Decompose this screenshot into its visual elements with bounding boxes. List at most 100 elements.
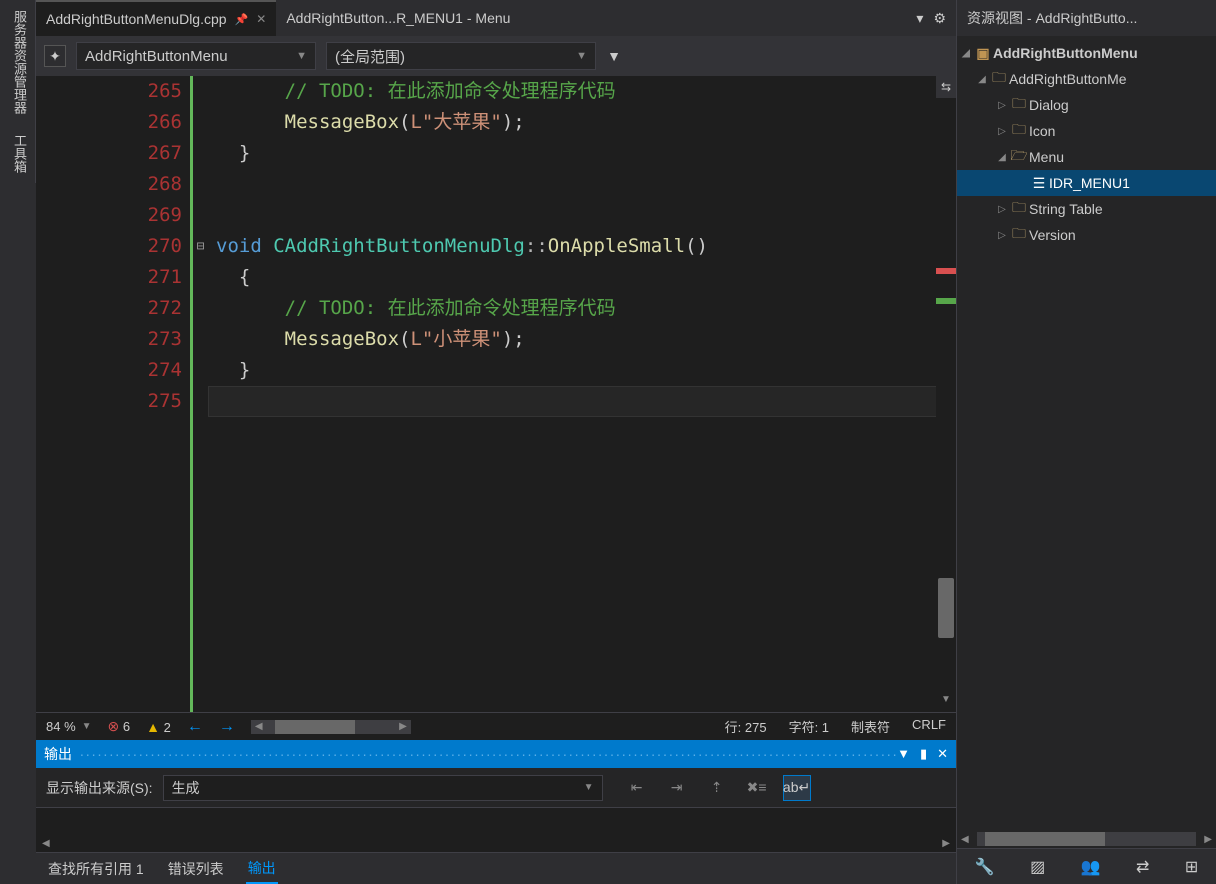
close-icon[interactable]: ✕ (937, 746, 948, 762)
class-dropdown-value: AddRightButtonMenu (85, 48, 228, 65)
tree-solution-node[interactable]: ◢ ▣ AddRightButtonMenu (957, 40, 1216, 66)
status-eol[interactable]: CRLF (912, 717, 946, 736)
panel-menu-icon[interactable]: ▼ (897, 746, 910, 762)
node-label: AddRightButtonMe (1009, 71, 1127, 87)
code-area[interactable]: // TODO: 在此添加命令处理程序代码 MessageBox(L"大苹果")… (208, 76, 956, 712)
scroll-right-icon[interactable]: ▶ (936, 838, 956, 849)
scroll-right-icon[interactable]: ▶ (395, 721, 411, 732)
folder-icon: 🗀 (1009, 223, 1029, 247)
vertical-scrollbar[interactable] (936, 98, 956, 694)
split-icon[interactable]: ⇆ (936, 76, 956, 98)
toolbox-tab[interactable]: 工具箱 (0, 124, 36, 183)
output-indent-less-icon[interactable]: ⇤ (623, 775, 651, 801)
status-tabmode[interactable]: 制表符 (851, 717, 890, 736)
scroll-right-icon[interactable]: ▶ (1200, 834, 1216, 845)
server-explorer-tab[interactable]: 服务器资源管理器 (0, 0, 36, 124)
resource-tree[interactable]: ◢ ▣ AddRightButtonMenu ◢ 🗀 AddRightButto… (957, 36, 1216, 830)
tab-find-refs[interactable]: 查找所有引用 1 (46, 855, 146, 883)
chevron-down-icon: ▼ (82, 721, 92, 732)
chevron-down-icon: ▼ (576, 50, 587, 62)
tree-stringtable-node[interactable]: ▷ 🗀 String Table (957, 196, 1216, 222)
tab-cpp-file[interactable]: AddRightButtonMenuDlg.cpp 📌 ✕ (36, 0, 276, 36)
warning-count[interactable]: ▲ 2 (146, 719, 171, 735)
output-source-label: 显示输出来源(S): (46, 778, 153, 798)
member-dropdown-chevron[interactable]: ▼ (606, 48, 622, 64)
nav-forward-icon[interactable]: → (219, 718, 235, 736)
folder-open-icon: 🗁 (1009, 145, 1029, 169)
output-source-value: 生成 (172, 778, 200, 798)
output-prev-icon[interactable]: ⇡ (703, 775, 731, 801)
expander-icon[interactable]: ▷ (995, 126, 1009, 137)
vs-icon[interactable]: ▨ (1030, 857, 1045, 877)
output-hscroll[interactable]: ◀ ▶ (36, 834, 956, 852)
error-icon: ⊗ (108, 718, 120, 734)
scroll-left-icon[interactable]: ◀ (251, 721, 267, 732)
chevron-down-icon: ▼ (296, 50, 307, 62)
tree-project-node[interactable]: ◢ 🗀 AddRightButtonMe (957, 66, 1216, 92)
tree-icon-node[interactable]: ▷ 🗀 Icon (957, 118, 1216, 144)
scroll-thumb[interactable] (938, 578, 954, 638)
code-editor[interactable]: 265266267268269270271272273274275 ⊟ // T… (36, 76, 956, 712)
output-body[interactable] (36, 808, 956, 834)
warning-icon: ▲ (146, 719, 160, 735)
editor-status-bar: 84 % ▼ ⊗ 6 ▲ 2 ← → ◀ ▶ 行: 275 字符: 1 制表符 … (36, 712, 956, 740)
scope-dropdown[interactable]: (全局范围) ▼ (326, 42, 596, 70)
expander-icon[interactable]: ▷ (995, 230, 1009, 241)
scroll-left-icon[interactable]: ◀ (957, 834, 973, 845)
team-icon[interactable]: 👥 (1081, 857, 1101, 877)
tree-menu-node[interactable]: ◢ 🗁 Menu (957, 144, 1216, 170)
tab-overflow-icon[interactable]: ▾ (916, 10, 923, 27)
resource-view-title[interactable]: 资源视图 - AddRightButto... (957, 0, 1216, 36)
expander-icon[interactable]: ◢ (995, 152, 1009, 163)
wrench-icon[interactable]: 🔧 (975, 857, 995, 877)
tree-version-node[interactable]: ▷ 🗀 Version (957, 222, 1216, 248)
tab-menu-designer[interactable]: AddRightButton...R_MENU1 - Menu (276, 0, 520, 36)
solution-icon: ▣ (973, 45, 993, 62)
output-indent-more-icon[interactable]: ⇥ (663, 775, 691, 801)
expander-icon[interactable]: ◢ (975, 74, 989, 85)
resource-view-panel: 资源视图 - AddRightButto... ◢ ▣ AddRightButt… (956, 0, 1216, 884)
node-label: IDR_MENU1 (1049, 175, 1130, 191)
output-wrap-icon[interactable]: ab↵ (783, 775, 811, 801)
node-label: Version (1029, 227, 1076, 243)
class-dropdown[interactable]: AddRightButtonMenu ▼ (76, 42, 316, 70)
tab-output[interactable]: 输出 (246, 854, 278, 884)
output-titlebar[interactable]: 输出 ∙∙∙∙∙∙∙∙∙∙∙∙∙∙∙∙∙∙∙∙∙∙∙∙∙∙∙∙∙∙∙∙∙∙∙∙∙… (36, 740, 956, 768)
output-source-dropdown[interactable]: 生成 ▼ (163, 775, 603, 801)
branch-icon[interactable]: ⇄ (1136, 857, 1149, 877)
menu-resource-icon: ☰ (1029, 175, 1049, 192)
expander-icon[interactable]: ◢ (959, 48, 973, 59)
scroll-thumb[interactable] (275, 720, 355, 734)
status-col[interactable]: 字符: 1 (789, 717, 829, 736)
document-tabstrip: AddRightButtonMenuDlg.cpp 📌 ✕ AddRightBu… (36, 0, 956, 36)
tab-error-list[interactable]: 错误列表 (166, 855, 226, 883)
tab-label: AddRightButtonMenuDlg.cpp (46, 11, 227, 27)
expander-icon[interactable]: ▷ (995, 100, 1009, 111)
error-count-value: 6 (123, 719, 130, 734)
output-clear-icon[interactable]: ✖≡ (743, 775, 771, 801)
scroll-left-icon[interactable]: ◀ (36, 838, 56, 849)
project-icon[interactable]: ✦ (44, 45, 66, 67)
scroll-thumb[interactable] (985, 832, 1105, 846)
zoom-dropdown[interactable]: 84 % ▼ (46, 719, 92, 734)
bottom-tabstrip: 查找所有引用 1 错误列表 输出 (36, 852, 956, 884)
nav-back-icon[interactable]: ← (187, 718, 203, 736)
pin-icon[interactable]: 📌 (235, 13, 249, 26)
tree-dialog-node[interactable]: ▷ 🗀 Dialog (957, 92, 1216, 118)
resource-toolbar: 🔧 ▨ 👥 ⇄ ⊞ (957, 848, 1216, 884)
tree-menu-item[interactable]: ☰ IDR_MENU1 (957, 170, 1216, 196)
horizontal-scrollbar[interactable]: ◀ ▶ (251, 720, 411, 734)
fold-column[interactable]: ⊟ (190, 76, 208, 712)
resource-hscroll[interactable]: ◀ ▶ (957, 830, 1216, 848)
scroll-down-icon[interactable]: ▼ (936, 694, 956, 712)
class-view-icon[interactable]: ⊞ (1185, 857, 1198, 877)
status-line[interactable]: 行: 275 (725, 717, 767, 736)
output-title: 输出 (44, 744, 72, 764)
expander-icon[interactable]: ▷ (995, 204, 1009, 215)
close-icon[interactable]: ✕ (256, 12, 266, 26)
pin-icon[interactable]: ▮ (920, 746, 927, 762)
gear-icon[interactable]: ⚙ (933, 10, 946, 27)
error-count[interactable]: ⊗ 6 (108, 718, 131, 735)
node-label: AddRightButtonMenu (993, 45, 1138, 61)
folder-icon: 🗀 (1009, 119, 1029, 143)
